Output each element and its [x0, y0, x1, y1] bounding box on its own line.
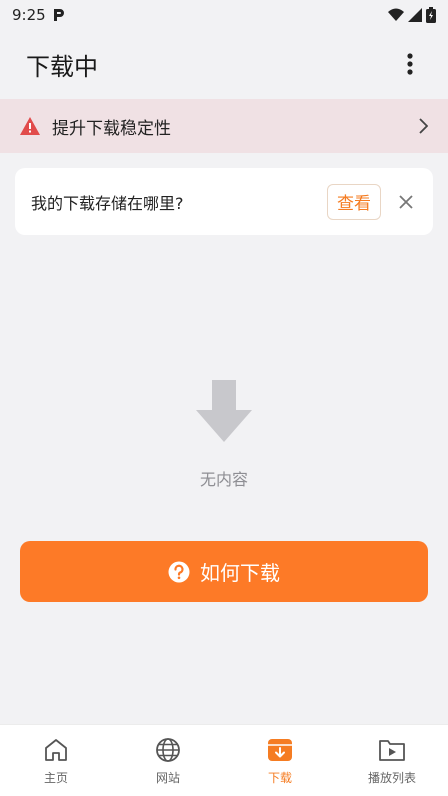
how-to-download-label: 如何下载	[200, 561, 280, 585]
download-icon	[268, 739, 292, 761]
question-circle-icon	[168, 561, 190, 582]
parking-icon	[53, 9, 64, 21]
empty-state: 无内容	[0, 380, 448, 490]
close-card-button[interactable]	[395, 191, 417, 213]
more-vertical-icon	[407, 53, 413, 75]
status-time: 9:25	[12, 6, 46, 24]
download-location-question: 我的下载存储在哪里?	[31, 193, 184, 213]
status-bar: 9:25	[0, 0, 448, 30]
how-to-download-button[interactable]: 如何下载	[20, 541, 428, 602]
nav-item-websites[interactable]: 网站	[112, 725, 224, 796]
nav-label-downloads: 下载	[267, 771, 292, 785]
bottom-nav: 主页 网站 下载 播放列表	[0, 724, 448, 796]
nav-label-playlist: 播放列表	[367, 771, 416, 785]
stability-banner[interactable]: 提升下载稳定性	[0, 99, 448, 153]
view-button[interactable]: 查看	[327, 183, 381, 220]
warning-icon	[20, 117, 40, 135]
globe-icon	[156, 738, 180, 762]
nav-item-downloads[interactable]: 下载	[224, 725, 336, 796]
nav-label-home: 主页	[43, 771, 68, 785]
more-options-button[interactable]	[398, 49, 422, 79]
battery-icon	[426, 7, 436, 23]
banner-label: 提升下载稳定性	[52, 118, 171, 139]
app-bar: 下载中	[0, 30, 448, 98]
nav-label-websites: 网站	[155, 771, 180, 785]
chevron-right-icon	[419, 118, 428, 134]
signal-icon	[408, 8, 422, 22]
nav-item-home[interactable]: 主页	[0, 725, 112, 796]
empty-label: 无内容	[199, 470, 248, 489]
close-icon	[399, 194, 413, 209]
home-icon	[45, 739, 67, 761]
wifi-icon	[388, 8, 404, 21]
page-title: 下载中	[26, 52, 98, 81]
nav-item-playlist[interactable]: 播放列表	[336, 725, 448, 796]
playlist-icon	[379, 740, 405, 761]
download-location-card: 我的下载存储在哪里? 查看	[15, 168, 433, 235]
download-arrow-icon	[196, 380, 252, 442]
